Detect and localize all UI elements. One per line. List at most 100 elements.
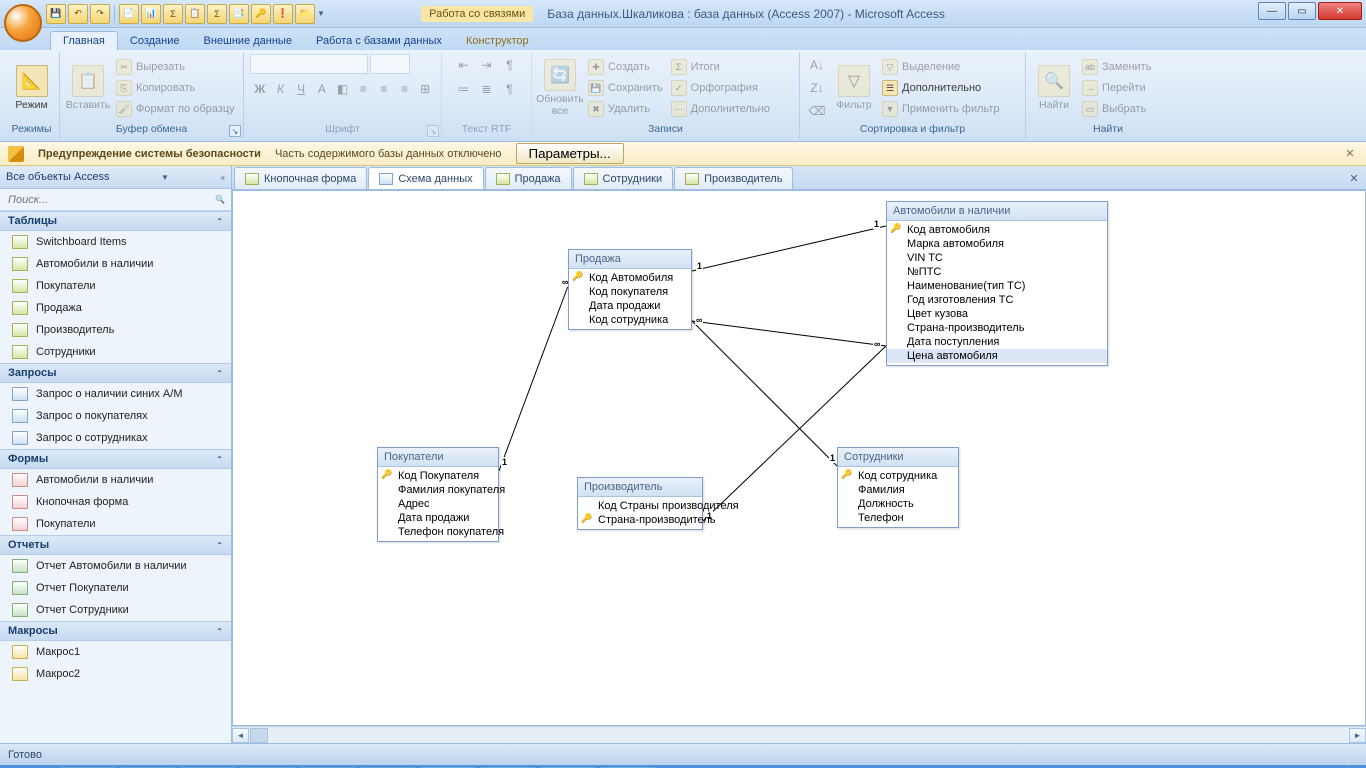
font-size-combo[interactable] bbox=[370, 54, 410, 74]
qat-btn-8[interactable]: Σ bbox=[207, 4, 227, 24]
cut-button[interactable]: ✂Вырезать bbox=[114, 57, 237, 77]
gridlines-button[interactable]: ⊞ bbox=[415, 78, 435, 100]
table-field[interactable]: Год изготовления ТС bbox=[887, 293, 1107, 307]
totals-button[interactable]: ΣИтоги bbox=[669, 57, 772, 77]
ribbon-tab-dbtools[interactable]: Работа с базами данных bbox=[304, 32, 454, 50]
table-field[interactable]: Наименование(тип ТС) bbox=[887, 279, 1107, 293]
nav-item[interactable]: Автомобили в наличии bbox=[0, 253, 231, 275]
qat-btn-4[interactable]: 📄 bbox=[119, 4, 139, 24]
table-field[interactable]: №ПТС bbox=[887, 265, 1107, 279]
table-field[interactable]: Код сотрудника bbox=[569, 313, 691, 327]
new-record-button[interactable]: ✚Создать bbox=[586, 57, 665, 77]
goto-button[interactable]: →Перейти bbox=[1080, 78, 1153, 98]
table-field[interactable]: Телефон покупателя bbox=[378, 525, 498, 539]
scroll-thumb[interactable] bbox=[250, 728, 268, 743]
table-box-employees[interactable]: СотрудникиКод сотрудникаФамилияДолжность… bbox=[837, 447, 959, 528]
office-button[interactable] bbox=[4, 4, 42, 42]
table-field[interactable]: Страна-производитель bbox=[887, 321, 1107, 335]
font-launcher[interactable]: ↘ bbox=[427, 125, 439, 137]
rtl-button[interactable]: ¶ bbox=[499, 78, 521, 100]
qat-btn-10[interactable]: 🔑 bbox=[251, 4, 271, 24]
collapse-icon[interactable]: « bbox=[221, 173, 225, 182]
nav-item[interactable]: Покупатели bbox=[0, 275, 231, 297]
doc-tab-employees[interactable]: Сотрудники bbox=[573, 167, 674, 189]
nav-item[interactable]: Покупатели bbox=[0, 513, 231, 535]
qat-btn-5[interactable]: 📊 bbox=[141, 4, 161, 24]
font-color-button[interactable]: A bbox=[312, 78, 332, 100]
nav-item[interactable]: Отчет Покупатели bbox=[0, 577, 231, 599]
ribbon-tab-create[interactable]: Создание bbox=[118, 32, 192, 50]
table-field[interactable]: Код Покупателя bbox=[378, 469, 498, 483]
minimize-button[interactable]: — bbox=[1258, 2, 1286, 20]
table-title[interactable]: Сотрудники bbox=[838, 448, 958, 467]
sort-asc-button[interactable]: A↓ bbox=[806, 54, 828, 76]
nav-item[interactable]: Автомобили в наличии bbox=[0, 469, 231, 491]
close-button[interactable]: ✕ bbox=[1318, 2, 1362, 20]
more-records-button[interactable]: ⋯Дополнительно bbox=[669, 99, 772, 119]
table-field[interactable]: VIN TC bbox=[887, 251, 1107, 265]
numbering-button[interactable]: ≣ bbox=[476, 78, 498, 100]
nav-header[interactable]: Все объекты Access ▼ « bbox=[0, 166, 231, 189]
table-box-cars[interactable]: Автомобили в наличии Код автомобиляМарка … bbox=[886, 201, 1108, 366]
underline-button[interactable]: Ч bbox=[291, 78, 311, 100]
filter-button[interactable]: ▽Фильтр bbox=[832, 63, 876, 113]
advanced-filter-button[interactable]: ☰Дополнительно bbox=[880, 78, 1002, 98]
nav-item[interactable]: Макрос2 bbox=[0, 663, 231, 685]
scroll-right-button[interactable]: ► bbox=[1349, 728, 1366, 743]
scroll-left-button[interactable]: ◄ bbox=[232, 728, 249, 743]
table-field[interactable]: Код Автомобиля bbox=[569, 271, 691, 285]
indent-dec-button[interactable]: ⇤ bbox=[453, 54, 475, 76]
nav-item[interactable]: Запрос о сотрудниках bbox=[0, 427, 231, 449]
qat-btn-12[interactable]: 📁 bbox=[295, 4, 315, 24]
table-title[interactable]: Производитель bbox=[578, 478, 702, 497]
table-field[interactable]: Цвет кузова bbox=[887, 307, 1107, 321]
clipboard-launcher[interactable]: ↘ bbox=[229, 125, 241, 137]
qat-undo-icon[interactable]: ↶ bbox=[68, 4, 88, 24]
table-field[interactable]: Страна-производитель bbox=[578, 513, 702, 527]
nav-group-rpt[interactable]: Отчеты⌃ bbox=[0, 535, 231, 555]
ribbon-tab-design[interactable]: Конструктор bbox=[454, 32, 541, 50]
table-field[interactable]: Марка автомобиля bbox=[887, 237, 1107, 251]
qat-btn-11[interactable]: ❗ bbox=[273, 4, 293, 24]
table-field[interactable]: Фамилия bbox=[838, 483, 958, 497]
nav-item[interactable]: Запрос о покупателях bbox=[0, 405, 231, 427]
table-field[interactable]: Цена автомобиля bbox=[887, 349, 1107, 363]
doc-tab-relationships[interactable]: Схема данных bbox=[368, 167, 483, 189]
copy-button[interactable]: ⎘Копировать bbox=[114, 78, 237, 98]
align-left-button[interactable]: ≡ bbox=[353, 78, 373, 100]
indent-inc-button[interactable]: ⇥ bbox=[476, 54, 498, 76]
ribbon-tab-external[interactable]: Внешние данные bbox=[192, 32, 304, 50]
table-field[interactable]: Код автомобиля bbox=[887, 223, 1107, 237]
format-painter-button[interactable]: 🖌Формат по образцу bbox=[114, 99, 237, 119]
table-title[interactable]: Автомобили в наличии bbox=[887, 202, 1107, 221]
nav-item[interactable]: Отчет Автомобили в наличии bbox=[0, 555, 231, 577]
nav-item[interactable]: Макрос1 bbox=[0, 641, 231, 663]
qat-btn-6[interactable]: Σ bbox=[163, 4, 183, 24]
nav-item[interactable]: Сотрудники bbox=[0, 341, 231, 363]
qat-btn-9[interactable]: 📑 bbox=[229, 4, 249, 24]
align-center-button[interactable]: ≡ bbox=[374, 78, 394, 100]
search-icon[interactable]: 🔍 bbox=[215, 195, 225, 204]
nav-group-frm[interactable]: Формы⌃ bbox=[0, 449, 231, 469]
table-title[interactable]: Покупатели bbox=[378, 448, 498, 467]
doc-close-button[interactable]: ✕ bbox=[1346, 170, 1362, 186]
relationships-canvas[interactable]: 1 1 ∞ ∞ 1 ∞ 1 1 ПродажаКод АвтомобиляКод… bbox=[232, 190, 1366, 726]
nav-group-qry[interactable]: Запросы⌃ bbox=[0, 363, 231, 383]
table-box-manufacturer[interactable]: ПроизводительКод Страны производителяСтр… bbox=[577, 477, 703, 530]
table-field[interactable]: Фамилия покупателя bbox=[378, 483, 498, 497]
selection-filter-button[interactable]: ▽Выделение bbox=[880, 57, 1002, 77]
security-options-button[interactable]: Параметры... bbox=[516, 143, 624, 164]
nav-item[interactable]: Кнопочная форма bbox=[0, 491, 231, 513]
doc-tab-sales[interactable]: Продажа bbox=[485, 167, 572, 189]
doc-tab-manufacturer[interactable]: Производитель bbox=[674, 167, 793, 189]
ltr-button[interactable]: ¶ bbox=[499, 54, 521, 76]
ribbon-tab-home[interactable]: Главная bbox=[50, 31, 118, 50]
delete-record-button[interactable]: ✖Удалить bbox=[586, 99, 665, 119]
spelling-button[interactable]: ✓Орфография bbox=[669, 78, 772, 98]
nav-group-tbl[interactable]: Таблицы⌃ bbox=[0, 211, 231, 231]
nav-item[interactable]: Продажа bbox=[0, 297, 231, 319]
table-field[interactable]: Дата поступления bbox=[887, 335, 1107, 349]
align-right-button[interactable]: ≡ bbox=[395, 78, 415, 100]
save-record-button[interactable]: 💾Сохранить bbox=[586, 78, 665, 98]
font-family-combo[interactable] bbox=[250, 54, 368, 74]
